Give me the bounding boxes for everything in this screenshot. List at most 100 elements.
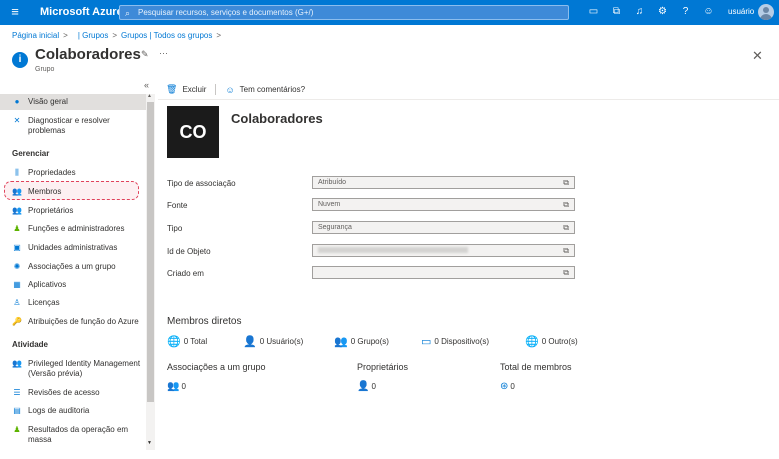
notifications-icon[interactable]: ♫ [628, 4, 651, 20]
access-reviews-icon: ☰ [13, 388, 21, 397]
global-search-input[interactable]: ⌕ Pesquisar recursos, serviços e documen… [119, 5, 569, 20]
membership-type-label: Tipo de associação [167, 179, 236, 188]
copy-icon[interactable]: ⧉ [563, 222, 569, 233]
group-icon: 👥 [334, 336, 348, 348]
help-icon[interactable]: ? [674, 4, 697, 20]
copy-icon[interactable]: ⧉ [563, 177, 569, 188]
sidebar-item-members[interactable]: 👥 Membros [0, 187, 146, 197]
scroll-up-icon[interactable]: ▲ [147, 93, 152, 99]
delete-icon[interactable]: 🗑 [166, 84, 177, 95]
type-field[interactable]: Segurança ⧉ [312, 221, 575, 234]
device-icon: ▭ [421, 336, 432, 348]
direct-members-total[interactable]: 🌐 0 Total [167, 335, 207, 348]
directory-filter-icon[interactable]: ⧉ [605, 4, 628, 20]
sidebar-item-label: Revisões de acesso [28, 388, 100, 397]
members-icon: 👥 [12, 187, 22, 196]
source-label: Fonte [167, 201, 188, 210]
search-icon: ⌕ [125, 8, 131, 18]
delete-button[interactable]: Excluir [182, 85, 206, 94]
direct-members-groups[interactable]: 👥 0 Grupo(s) [334, 335, 389, 348]
sidebar-item-label: Atribuições de função do Azure [28, 317, 139, 326]
info-icon: i [12, 52, 28, 68]
sidebar-item-licenses[interactable]: ♙ Licenças [0, 298, 146, 308]
users-count: 0 Usuário(s) [259, 337, 304, 346]
sidebar-item-audit-logs[interactable]: ▤ Logs de auditoria [0, 406, 146, 416]
search-placeholder: Pesquisar recursos, serviços e documento… [138, 8, 314, 17]
topbar-icons: ▭ ⧉ ♫ ⚙ ? ☺ [582, 4, 720, 20]
sidebar-item-admin-units[interactable]: ▣ Unidades administrativas [0, 243, 146, 253]
sidebar-item-label: Aplicativos [28, 280, 67, 289]
breadcrumb-all-groups[interactable]: Grupos | Todos os grupos [121, 31, 212, 40]
sidebar-item-label: Propriedades [28, 168, 76, 177]
section-manage: Gerenciar [12, 149, 50, 158]
group-avatar: CO [167, 106, 219, 158]
globe-icon: 🌐 [525, 336, 539, 348]
pin-icon[interactable]: ✎ [141, 49, 149, 60]
copy-icon[interactable]: ⧉ [563, 199, 569, 210]
sidebar-item-owners[interactable]: 👥 Proprietários [0, 206, 146, 216]
direct-members-users[interactable]: 👤 0 Usuário(s) [243, 335, 303, 348]
direct-members-others[interactable]: 🌐 0 Outro(s) [525, 335, 578, 348]
feedback-icon[interactable]: ☺ [225, 85, 234, 95]
members-total-icon: ⊛ [500, 381, 509, 392]
created-field[interactable]: ⧉ [312, 266, 575, 279]
total-count: 0 Total [183, 337, 208, 346]
object-id-field[interactable]: ⧉ [312, 244, 575, 257]
scrollbar-thumb[interactable] [147, 102, 154, 402]
more-options-icon[interactable]: ··· [159, 48, 168, 58]
sidebar-item-access-reviews[interactable]: ☰ Revisões de acesso [0, 388, 146, 398]
group-memberships-value: 0 [181, 382, 186, 391]
sidebar-item-bulk-results[interactable]: ♟ Resultados da operação em massa [0, 425, 146, 445]
sidebar-item-diagnose[interactable]: ✕ Diagnosticar e resolver problemas [0, 116, 146, 136]
globe-icon: 🌐 [167, 336, 181, 348]
key-icon: 🔑 [12, 317, 22, 326]
source-field[interactable]: Nuvem ⧉ [312, 198, 575, 211]
user-name[interactable]: usuário [728, 7, 754, 16]
source-value: Nuvem [318, 201, 341, 208]
feedback-icon[interactable]: ☺ [697, 4, 720, 20]
breadcrumb-home[interactable]: Página inicial [12, 31, 59, 40]
top-bar: ≡ Microsoft Azure ⌕ Pesquisar recursos, … [0, 0, 779, 25]
direct-members-devices[interactable]: ▭ 0 Dispositivo(s) [421, 335, 489, 348]
group-name: Colaboradores [231, 111, 323, 126]
user-icon: 👤 [243, 336, 257, 348]
toolbar-divider [215, 84, 217, 95]
sidebar-item-label: Resultados da operação em massa [28, 425, 129, 444]
sidebar-item-roles[interactable]: ♟ Funções e administradores [0, 224, 146, 234]
direct-members-title: Membros diretos [167, 316, 242, 327]
sidebar-item-label: Licenças [28, 298, 60, 307]
collapse-sidebar-icon[interactable]: « [144, 80, 149, 90]
total-members-value: 0 [510, 382, 515, 391]
sidebar-item-label: Privileged Identity Management (Versão p… [28, 359, 141, 378]
sidebar-item-overview[interactable]: ● Visão geral [0, 94, 146, 110]
group-memberships-count[interactable]: 👥 0 [167, 381, 186, 392]
close-icon[interactable]: ✕ [752, 48, 763, 64]
membership-type-field[interactable]: Atribuído ⧉ [312, 176, 575, 189]
brand-title[interactable]: Microsoft Azure [40, 6, 123, 18]
settings-icon[interactable]: ⚙ [651, 4, 674, 20]
sidebar-item-label: Associações a um grupo [28, 262, 116, 271]
copy-icon[interactable]: ⧉ [563, 267, 569, 278]
owners-count[interactable]: 👤 0 [357, 381, 376, 392]
sidebar-scrollbar[interactable]: ▲ ▼ [146, 93, 155, 450]
group-memberships-title: Associações a um grupo [167, 362, 266, 372]
hamburger-menu-icon[interactable]: ≡ [8, 5, 22, 19]
audit-logs-icon: ▤ [13, 406, 21, 415]
devices-count: 0 Dispositivo(s) [434, 337, 490, 346]
group-icon: 👥 [167, 381, 180, 392]
membership-type-value: Atribuído [318, 179, 347, 186]
properties-icon: ⫼ [15, 168, 19, 177]
scroll-down-icon[interactable]: ▼ [147, 440, 152, 446]
wrench-icon: ✕ [13, 116, 21, 125]
copy-icon[interactable]: ⧉ [563, 245, 569, 256]
sidebar-item-group-memberships[interactable]: ✺ Associações a um grupo [0, 262, 146, 272]
sidebar-item-azure-role-assignments[interactable]: 🔑 Atribuições de função do Azure [0, 317, 146, 327]
user-avatar[interactable] [758, 4, 774, 20]
breadcrumb-groups[interactable]: | Grupos [78, 31, 109, 40]
cloud-shell-icon[interactable]: ▭ [582, 4, 605, 20]
sidebar-item-pim[interactable]: 👥 Privileged Identity Management (Versão… [0, 359, 146, 379]
sidebar-item-apps[interactable]: ▦ Aplicativos [0, 280, 146, 290]
sidebar-item-properties[interactable]: ⫼ Propriedades [0, 168, 146, 178]
feedback-button[interactable]: Tem comentários? [240, 85, 305, 94]
total-members-count[interactable]: ⊛ 0 [500, 381, 515, 392]
